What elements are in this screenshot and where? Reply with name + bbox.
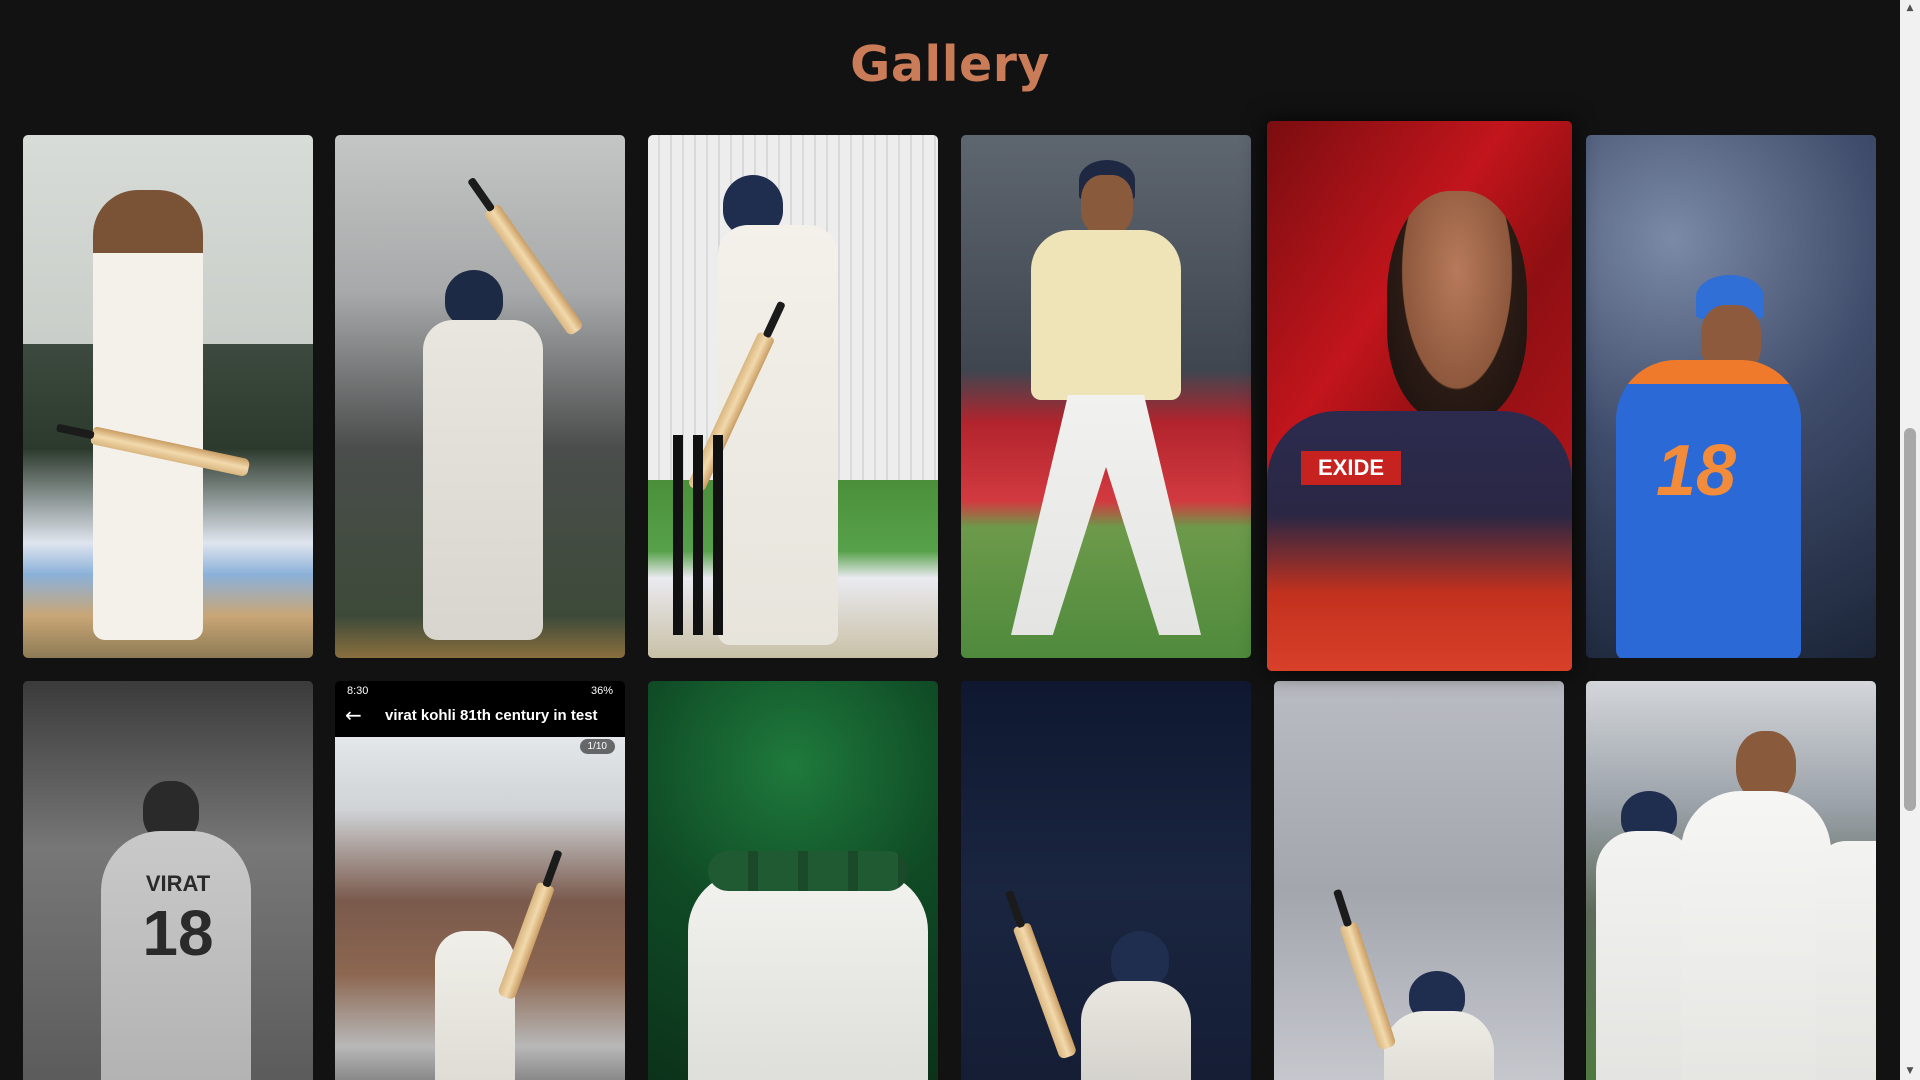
phone-search-title: virat kohli 81th century in test [385, 707, 598, 724]
gallery-image-3[interactable] [648, 135, 938, 658]
gallery-image-2[interactable] [335, 135, 625, 658]
gallery-image-9[interactable] [648, 681, 938, 1080]
gallery-image-7[interactable]: VIRAT 18 [23, 681, 313, 1080]
back-arrow-icon: ← [345, 703, 362, 727]
sponsor-logo: EXIDE [1301, 451, 1401, 485]
scroll-up-arrow-icon[interactable]: ▲ [1900, 0, 1920, 17]
scroll-thumb[interactable] [1904, 428, 1916, 811]
gallery-image-10[interactable] [961, 681, 1251, 1080]
jersey-number-orange: 18 [1655, 431, 1737, 511]
image-counter: 1/10 [579, 739, 615, 754]
gallery-page: Gallery EXIDE 18 VIRAT 18 8:30 36% ← vir… [0, 0, 1920, 1080]
gallery-image-8[interactable]: 8:30 36% ← virat kohli 81th century in t… [335, 681, 625, 1080]
status-battery: 36% [590, 685, 613, 697]
vertical-scrollbar[interactable]: ▲ ▼ [1900, 0, 1920, 1080]
gallery-image-6[interactable]: 18 [1586, 135, 1876, 658]
gallery-image-11[interactable] [1274, 681, 1564, 1080]
scroll-down-arrow-icon[interactable]: ▼ [1900, 1063, 1920, 1080]
status-time: 8:30 [347, 685, 369, 697]
gallery-image-5[interactable]: EXIDE [1267, 121, 1572, 671]
gallery-title: Gallery [850, 36, 1050, 93]
jersey-name: VIRAT [145, 871, 211, 896]
phone-status-header: 8:30 36% ← virat kohli 81th century in t… [335, 681, 625, 737]
jersey-number: 18 [142, 897, 214, 969]
gallery-image-1[interactable] [23, 135, 313, 658]
gallery-image-12[interactable] [1586, 681, 1876, 1080]
gallery-image-4[interactable] [961, 135, 1251, 658]
